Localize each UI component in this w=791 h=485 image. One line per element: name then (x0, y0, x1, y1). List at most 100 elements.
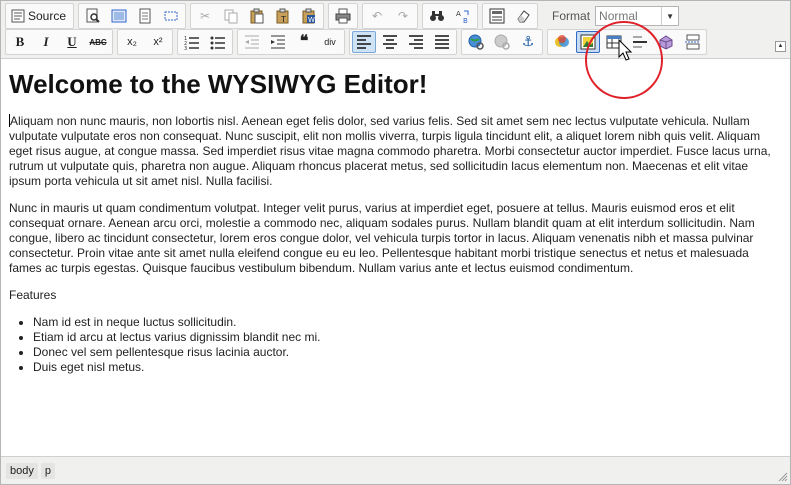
underline-button[interactable]: U (60, 31, 84, 53)
templates-icon (111, 9, 127, 23)
subscript-icon: x₂ (127, 36, 137, 48)
show-blocks-button[interactable] (485, 5, 509, 27)
element-path-bar: body p (1, 456, 790, 484)
unlink-icon (494, 34, 510, 50)
preview-button[interactable] (81, 5, 105, 27)
binoculars-icon (430, 11, 445, 21)
list-item: Etiam id arcu at lectus varius dignissim… (33, 330, 782, 345)
cut-button[interactable]: ✂ (193, 5, 217, 27)
replace-button[interactable]: AB (451, 5, 475, 27)
toolbar-group-script: x₂ x² (117, 29, 173, 55)
toolbar-group-find: AB (422, 3, 479, 29)
italic-button[interactable]: I (34, 31, 58, 53)
page-break-button[interactable] (680, 31, 704, 53)
toolbar-row-2: B I U ABC x₂ x² 123 ❝ div ⚓ (5, 29, 711, 55)
list-item: Nam id est in neque luctus sollicitudin. (33, 315, 782, 330)
cut-icon: ✂ (200, 9, 211, 23)
toolbar-group-print (328, 3, 359, 29)
remove-format-button[interactable] (511, 5, 535, 27)
align-center-icon (383, 35, 397, 49)
bulleted-list-button[interactable] (206, 31, 230, 53)
source-button[interactable]: Source (8, 5, 71, 27)
undo-button[interactable]: ↶ (365, 5, 389, 27)
numbered-list-icon: 123 (184, 36, 199, 50)
svg-text:3: 3 (184, 46, 187, 50)
new-page-button[interactable] (133, 5, 157, 27)
path-crumb-body[interactable]: body (6, 462, 38, 479)
content-paragraph-2: Nunc in mauris ut quam condimentum volut… (9, 201, 755, 275)
paste-icon (250, 8, 264, 24)
blockquote-button[interactable]: ❝ (292, 31, 316, 53)
outdent-button[interactable] (240, 31, 264, 53)
link-globe-icon (468, 34, 484, 50)
underline-icon: U (67, 34, 77, 49)
align-justify-button[interactable] (430, 31, 454, 53)
strike-button[interactable]: ABC (86, 31, 110, 53)
format-value: Normal (599, 9, 638, 23)
outdent-icon (245, 35, 259, 49)
svg-text:B: B (463, 17, 468, 24)
print-button[interactable] (331, 5, 355, 27)
editor-content[interactable]: Welcome to the WYSIWYG Editor! Aliquam n… (1, 59, 790, 455)
align-center-button[interactable] (378, 31, 402, 53)
eraser-icon (517, 10, 530, 23)
unlink-button[interactable] (490, 31, 514, 53)
show-blocks-icon (489, 8, 505, 24)
insert-image-button[interactable] (576, 31, 600, 53)
select-all-button[interactable] (159, 5, 183, 27)
list-item: Duis eget nisl metus. (33, 360, 782, 375)
superscript-button[interactable]: x² (146, 31, 170, 53)
align-right-button[interactable] (404, 31, 428, 53)
flash-icon (555, 35, 569, 47)
bold-icon: B (15, 34, 25, 49)
subscript-button[interactable]: x₂ (120, 31, 144, 53)
editor-toolbar: Source ✂ T W ↶ ↷ A B Format Normal ▼ B I… (1, 1, 790, 59)
content-paragraph-1: Aliquam non nunc mauris, non lobortis ni… (9, 114, 782, 189)
copy-button[interactable] (219, 5, 243, 27)
toolbar-group-links: ⚓ (461, 29, 543, 55)
new-page-icon (139, 8, 151, 24)
link-button[interactable] (464, 31, 488, 53)
image-icon (580, 34, 596, 50)
undo-icon: ↶ (372, 9, 383, 23)
resize-grip-icon[interactable] (778, 472, 788, 482)
toolbar-group-misc (482, 3, 539, 29)
toolbar-group-view (78, 3, 187, 29)
templates-button[interactable] (107, 5, 131, 27)
flash-button[interactable] (550, 31, 574, 53)
paragraph-1-text: Aliquam non nunc mauris, non lobortis ni… (9, 114, 771, 188)
align-left-button[interactable] (352, 31, 376, 53)
create-div-button[interactable]: div (318, 31, 342, 53)
superscript-icon: x² (153, 36, 163, 48)
bold-button[interactable]: B (8, 31, 32, 53)
page-break-icon (685, 34, 700, 50)
path-crumb-p[interactable]: p (40, 462, 55, 479)
content-heading: Welcome to the WYSIWYG Editor! (9, 69, 428, 99)
indent-button[interactable] (266, 31, 290, 53)
toolbar-group-clipboard: ✂ T W (190, 3, 325, 29)
smiley-button[interactable] (654, 31, 678, 53)
chevron-down-icon: ▼ (661, 7, 678, 25)
source-icon (11, 9, 25, 23)
print-icon (335, 8, 351, 24)
paste-button[interactable] (245, 5, 269, 27)
paste-word-button[interactable]: W (297, 5, 321, 27)
horizontal-rule-icon (633, 36, 647, 48)
svg-text:T: T (280, 15, 286, 24)
toolbar-group-lists: 123 (177, 29, 233, 55)
paste-text-button[interactable]: T (271, 5, 295, 27)
anchor-button[interactable]: ⚓ (516, 31, 540, 53)
quote-icon: ❝ (299, 33, 309, 50)
format-select[interactable]: Normal ▼ (595, 6, 680, 26)
bulleted-list-icon (210, 36, 225, 50)
numbered-list-button[interactable]: 123 (180, 31, 204, 53)
select-all-icon (164, 11, 178, 21)
wysiwyg-editor: Source ✂ T W ↶ ↷ A B Format Normal ▼ B I… (0, 0, 791, 485)
align-right-icon (409, 35, 423, 49)
collapse-toolbar-button[interactable]: ▲ (775, 41, 786, 52)
source-label: Source (28, 9, 67, 23)
find-button[interactable] (425, 5, 449, 27)
redo-button[interactable]: ↷ (391, 5, 415, 27)
div-icon: div (324, 37, 336, 47)
paste-word-icon: W (302, 8, 316, 24)
